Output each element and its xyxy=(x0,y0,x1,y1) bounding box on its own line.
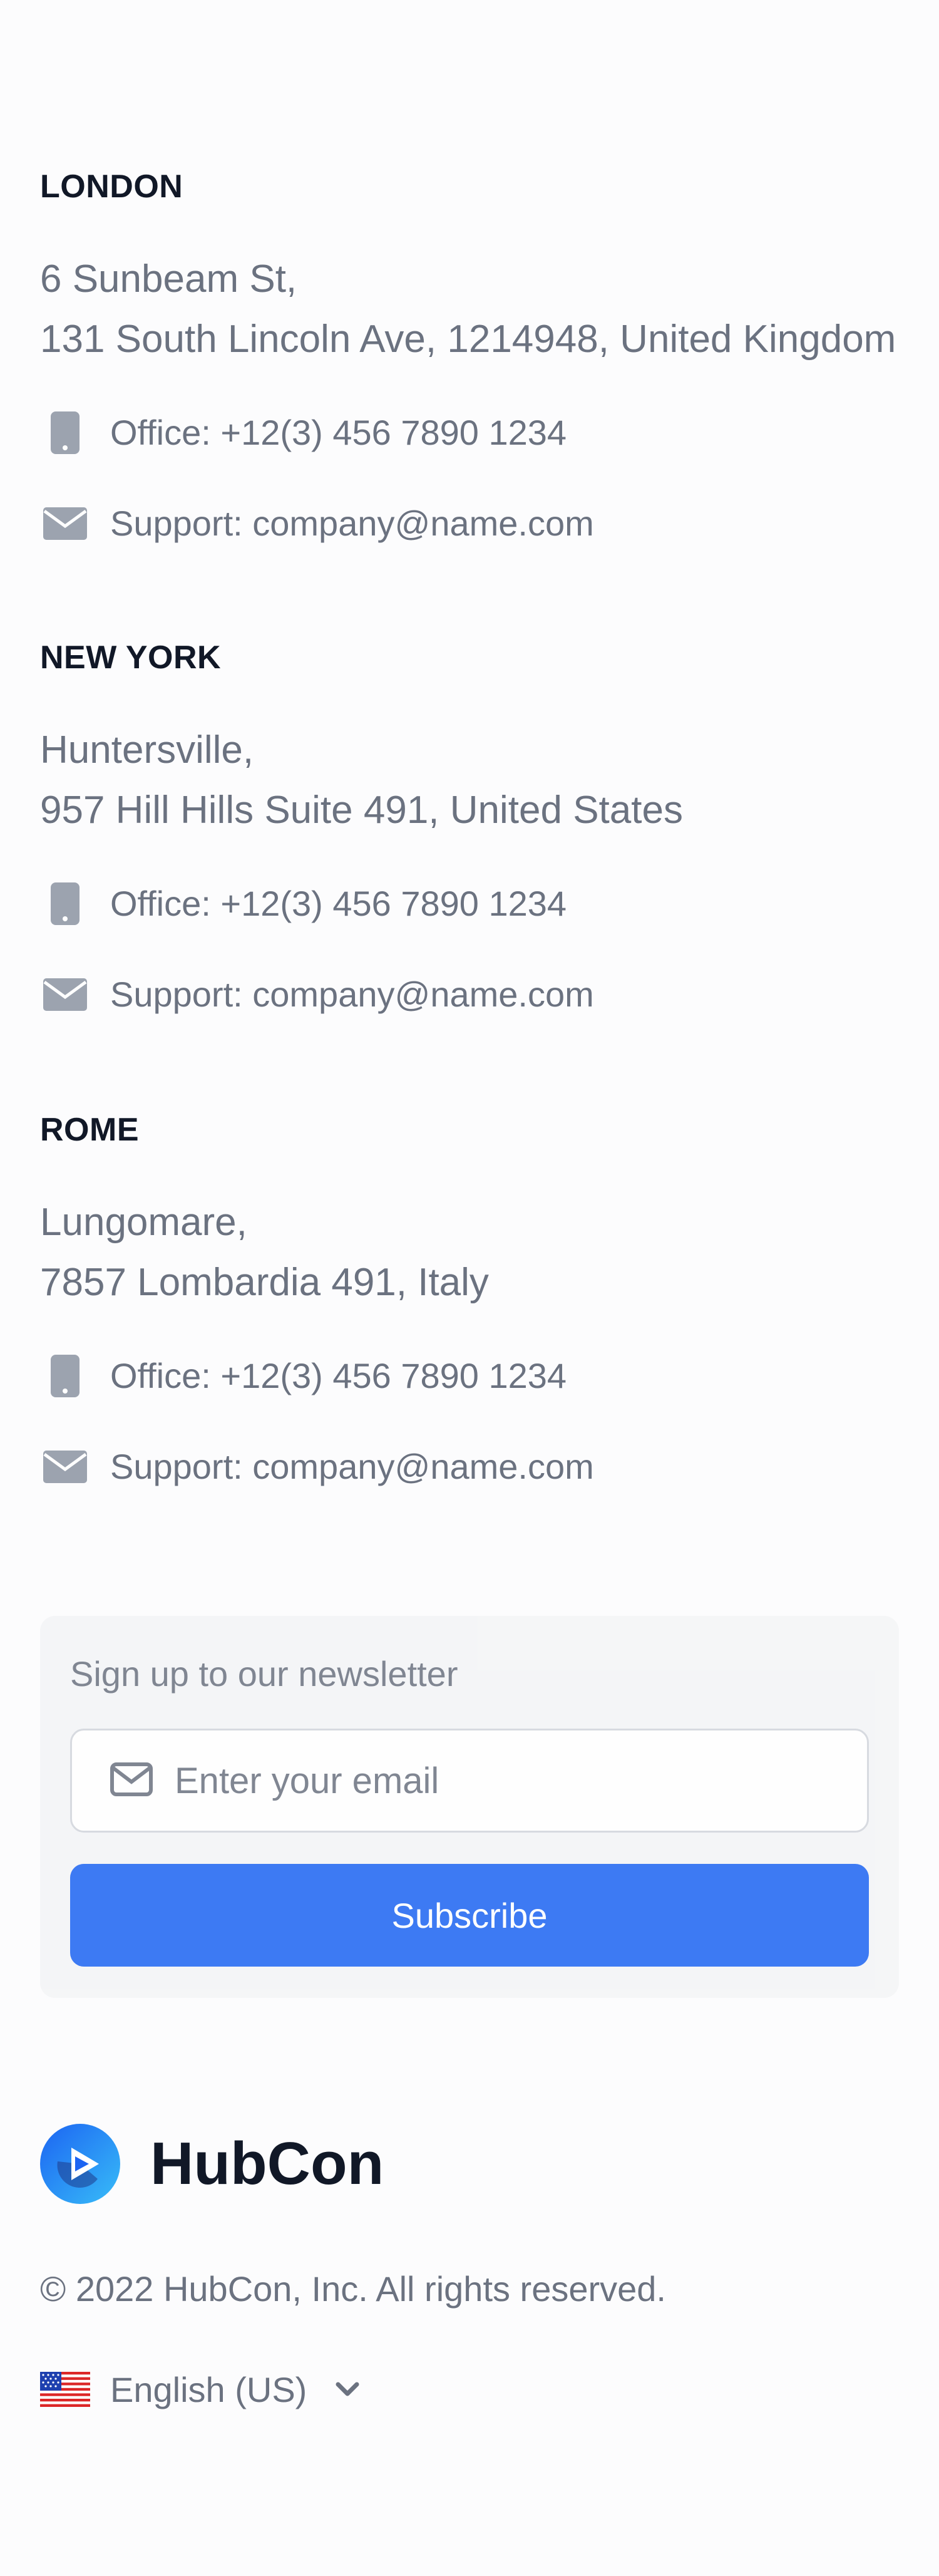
office-email[interactable]: Support: company@name.com xyxy=(40,970,594,1020)
email-text: Support: company@name.com xyxy=(110,504,594,543)
hubcon-logo-icon xyxy=(40,2124,120,2204)
office-phone[interactable]: Office: +12(3) 456 7890 1234 xyxy=(40,408,567,458)
phone-text: Office: +12(3) 456 7890 1234 xyxy=(110,884,567,923)
office-london: LONDON 6 Sunbeam St, 131 South Lincoln A… xyxy=(40,168,904,543)
office-address: Lungomare, 7857 Lombardia 491, Italy xyxy=(40,1192,904,1313)
office-new-york: NEW YORK Huntersville, 957 Hill Hills Su… xyxy=(40,639,904,1014)
office-email[interactable]: Support: company@name.com xyxy=(40,1442,594,1492)
email-text: Support: company@name.com xyxy=(110,975,594,1014)
chevron-down-icon xyxy=(332,2377,363,2402)
newsletter-card: Sign up to our newsletter Subscribe xyxy=(40,1616,899,1998)
address-line-2: 7857 Lombardia 491, Italy xyxy=(40,1261,489,1304)
office-email[interactable]: Support: company@name.com xyxy=(40,499,594,549)
phone-text: Office: +12(3) 456 7890 1234 xyxy=(110,413,567,452)
email-text: Support: company@name.com xyxy=(110,1447,594,1486)
email-field[interactable] xyxy=(70,1729,869,1833)
envelope-icon xyxy=(40,970,90,1020)
language-selector[interactable]: English (US) xyxy=(40,2364,363,2414)
subscribe-button[interactable]: Subscribe xyxy=(70,1864,869,1967)
office-city: ROME xyxy=(40,1112,139,1148)
envelope-outline-icon xyxy=(110,1762,153,1799)
us-flag-icon xyxy=(40,2372,90,2407)
office-city: NEW YORK xyxy=(40,639,222,676)
mobile-phone-icon xyxy=(40,1351,90,1401)
office-address: Huntersville, 957 Hill Hills Suite 491, … xyxy=(40,720,904,841)
envelope-icon xyxy=(40,499,90,549)
address-line-1: Huntersville, xyxy=(40,728,254,772)
office-phone[interactable]: Office: +12(3) 456 7890 1234 xyxy=(40,879,567,929)
office-city: LONDON xyxy=(40,168,183,205)
newsletter-title: Sign up to our newsletter xyxy=(70,1654,458,1694)
language-label: English (US) xyxy=(110,2369,307,2409)
address-line-2: 957 Hill Hills Suite 491, United States xyxy=(40,789,683,832)
email-input[interactable] xyxy=(175,1730,848,1831)
address-line-1: 6 Sunbeam St, xyxy=(40,257,297,301)
office-address: 6 Sunbeam St, 131 South Lincoln Ave, 121… xyxy=(40,249,904,370)
envelope-icon xyxy=(40,1442,90,1492)
brand[interactable]: HubCon xyxy=(40,2123,384,2205)
phone-text: Office: +12(3) 456 7890 1234 xyxy=(110,1356,567,1395)
copyright-text: © 2022 HubCon, Inc. All rights reserved. xyxy=(40,2269,666,2309)
address-line-2: 131 South Lincoln Ave, 1214948, United K… xyxy=(40,318,896,361)
office-phone[interactable]: Office: +12(3) 456 7890 1234 xyxy=(40,1351,567,1401)
address-line-1: Lungomare, xyxy=(40,1201,247,1244)
mobile-phone-icon xyxy=(40,879,90,929)
mobile-phone-icon xyxy=(40,408,90,458)
brand-name: HubCon xyxy=(150,2130,384,2197)
office-rome: ROME Lungomare, 7857 Lombardia 491, Ital… xyxy=(40,1111,904,1486)
